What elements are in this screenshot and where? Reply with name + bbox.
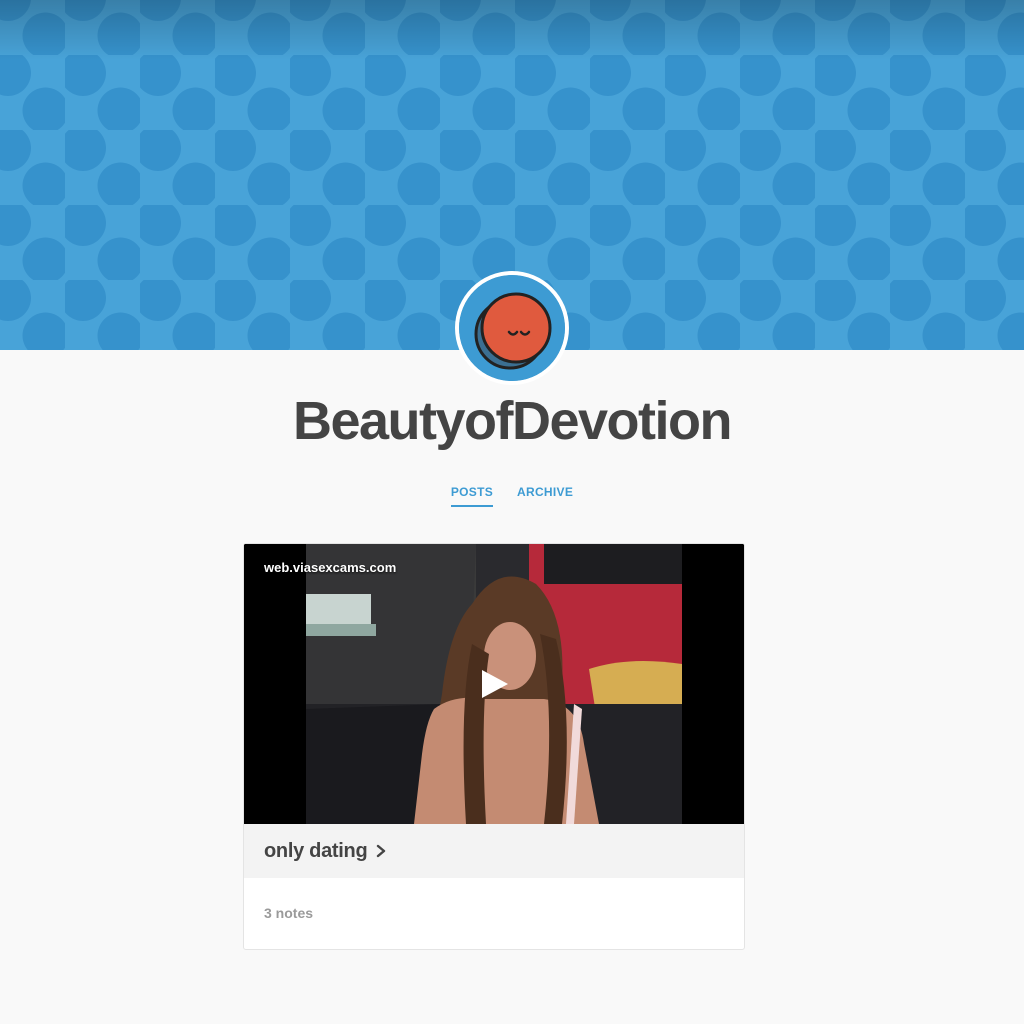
video-player[interactable]: web.viasexcams.com: [244, 544, 744, 824]
blog-title[interactable]: BeautyofDevotion: [0, 390, 1024, 452]
caption-link[interactable]: only dating: [264, 840, 368, 863]
play-icon[interactable]: [478, 668, 510, 700]
notes-count[interactable]: 3 notes: [264, 905, 313, 921]
sleeping-face-icon: [459, 275, 565, 381]
blog-avatar[interactable]: [455, 271, 569, 385]
caption-bar: only dating: [244, 824, 744, 878]
post-footer: 3 notes: [244, 878, 744, 948]
blog-nav: POSTS ARCHIVE: [0, 485, 1024, 507]
video-post: web.viasexcams.com only dating 3 notes: [243, 543, 745, 950]
nav-archive[interactable]: ARCHIVE: [517, 485, 573, 507]
video-watermark: web.viasexcams.com: [264, 560, 397, 575]
chevron-right-icon[interactable]: [375, 844, 387, 858]
nav-posts[interactable]: POSTS: [450, 485, 494, 507]
header-shade: [0, 0, 1024, 60]
